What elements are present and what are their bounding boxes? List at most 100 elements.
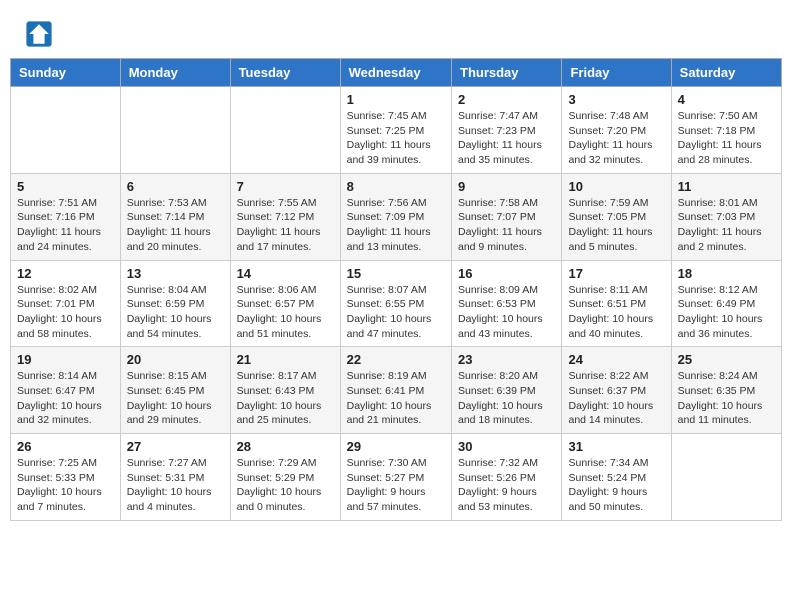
day-number: 22 [347, 352, 445, 367]
calendar-cell: 17 Sunrise: 8:11 AM Sunset: 6:51 PM Dayli… [562, 260, 671, 347]
day-info: Sunrise: 7:25 AM Sunset: 5:33 PM Dayligh… [17, 456, 114, 515]
calendar-cell: 22 Sunrise: 8:19 AM Sunset: 6:41 PM Dayli… [340, 347, 451, 434]
column-header-thursday: Thursday [452, 59, 562, 87]
day-number: 1 [347, 92, 445, 107]
column-header-saturday: Saturday [671, 59, 781, 87]
day-number: 4 [678, 92, 775, 107]
day-number: 16 [458, 266, 555, 281]
calendar-cell: 6 Sunrise: 7:53 AM Sunset: 7:14 PM Daylig… [120, 173, 230, 260]
calendar-cell: 28 Sunrise: 7:29 AM Sunset: 5:29 PM Dayli… [230, 434, 340, 521]
day-number: 18 [678, 266, 775, 281]
day-number: 27 [127, 439, 224, 454]
calendar-cell [11, 87, 121, 174]
day-number: 19 [17, 352, 114, 367]
calendar-cell: 20 Sunrise: 8:15 AM Sunset: 6:45 PM Dayli… [120, 347, 230, 434]
generalblue-logo-icon [25, 20, 53, 48]
day-info: Sunrise: 8:24 AM Sunset: 6:35 PM Dayligh… [678, 369, 775, 428]
day-number: 25 [678, 352, 775, 367]
calendar-cell: 19 Sunrise: 8:14 AM Sunset: 6:47 PM Dayli… [11, 347, 121, 434]
calendar-cell: 24Sunrise: 8:22 AM Sunset: 6:37 PM Dayli… [562, 347, 671, 434]
day-info: Sunrise: 8:11 AM Sunset: 6:51 PM Dayligh… [568, 283, 664, 342]
day-info: Sunrise: 7:56 AM Sunset: 7:09 PM Dayligh… [347, 196, 445, 255]
day-info: Sunrise: 7:55 AM Sunset: 7:12 PM Dayligh… [237, 196, 334, 255]
calendar-cell: 12 Sunrise: 8:02 AM Sunset: 7:01 PM Dayli… [11, 260, 121, 347]
day-info: Sunrise: 8:19 AM Sunset: 6:41 PM Dayligh… [347, 369, 445, 428]
calendar-week-4: 19 Sunrise: 8:14 AM Sunset: 6:47 PM Dayli… [11, 347, 782, 434]
day-number: 9 [458, 179, 555, 194]
day-number: 15 [347, 266, 445, 281]
day-info: Sunrise: 7:50 AM Sunset: 7:18 PM Dayligh… [678, 109, 775, 168]
day-info: Sunrise: 8:06 AM Sunset: 6:57 PM Dayligh… [237, 283, 334, 342]
day-number: 11 [678, 179, 775, 194]
day-number: 6 [127, 179, 224, 194]
day-info: Sunrise: 7:53 AM Sunset: 7:14 PM Dayligh… [127, 196, 224, 255]
day-number: 7 [237, 179, 334, 194]
day-info: Sunrise: 7:58 AM Sunset: 7:07 PM Dayligh… [458, 196, 555, 255]
calendar-cell [120, 87, 230, 174]
day-info: Sunrise: 7:45 AM Sunset: 7:25 PM Dayligh… [347, 109, 445, 168]
calendar-cell [230, 87, 340, 174]
calendar-cell: 29 Sunrise: 7:30 AM Sunset: 5:27 PM Dayli… [340, 434, 451, 521]
day-number: 31 [568, 439, 664, 454]
column-header-friday: Friday [562, 59, 671, 87]
day-info: Sunrise: 7:59 AM Sunset: 7:05 PM Dayligh… [568, 196, 664, 255]
day-info: Sunrise: 8:15 AM Sunset: 6:45 PM Dayligh… [127, 369, 224, 428]
day-info: Sunrise: 8:17 AM Sunset: 6:43 PM Dayligh… [237, 369, 334, 428]
calendar-cell: 10 Sunrise: 7:59 AM Sunset: 7:05 PM Dayli… [562, 173, 671, 260]
day-number: 5 [17, 179, 114, 194]
calendar-cell: 2Sunrise: 7:47 AM Sunset: 7:23 PM Daylig… [452, 87, 562, 174]
day-info: Sunrise: 7:34 AM Sunset: 5:24 PM Dayligh… [568, 456, 664, 515]
calendar-cell: 8 Sunrise: 7:56 AM Sunset: 7:09 PM Daylig… [340, 173, 451, 260]
day-number: 23 [458, 352, 555, 367]
day-number: 2 [458, 92, 555, 107]
day-number: 29 [347, 439, 445, 454]
day-info: Sunrise: 7:32 AM Sunset: 5:26 PM Dayligh… [458, 456, 555, 515]
calendar-cell: 26 Sunrise: 7:25 AM Sunset: 5:33 PM Dayli… [11, 434, 121, 521]
day-number: 8 [347, 179, 445, 194]
day-number: 28 [237, 439, 334, 454]
day-number: 20 [127, 352, 224, 367]
day-info: Sunrise: 8:22 AM Sunset: 6:37 PM Dayligh… [568, 369, 664, 428]
day-info: Sunrise: 7:29 AM Sunset: 5:29 PM Dayligh… [237, 456, 334, 515]
calendar-cell: 9 Sunrise: 7:58 AM Sunset: 7:07 PM Daylig… [452, 173, 562, 260]
day-info: Sunrise: 7:30 AM Sunset: 5:27 PM Dayligh… [347, 456, 445, 515]
day-info: Sunrise: 8:07 AM Sunset: 6:55 PM Dayligh… [347, 283, 445, 342]
day-number: 14 [237, 266, 334, 281]
day-info: Sunrise: 7:48 AM Sunset: 7:20 PM Dayligh… [568, 109, 664, 168]
day-number: 12 [17, 266, 114, 281]
column-header-sunday: Sunday [11, 59, 121, 87]
calendar-week-2: 5 Sunrise: 7:51 AM Sunset: 7:16 PM Daylig… [11, 173, 782, 260]
calendar-header-row: SundayMondayTuesdayWednesdayThursdayFrid… [11, 59, 782, 87]
day-number: 30 [458, 439, 555, 454]
calendar-table: SundayMondayTuesdayWednesdayThursdayFrid… [10, 58, 782, 521]
day-info: Sunrise: 7:51 AM Sunset: 7:16 PM Dayligh… [17, 196, 114, 255]
day-info: Sunrise: 7:27 AM Sunset: 5:31 PM Dayligh… [127, 456, 224, 515]
calendar-cell: 31 Sunrise: 7:34 AM Sunset: 5:24 PM Dayli… [562, 434, 671, 521]
day-number: 26 [17, 439, 114, 454]
day-number: 13 [127, 266, 224, 281]
calendar-cell: 3Sunrise: 7:48 AM Sunset: 7:20 PM Daylig… [562, 87, 671, 174]
column-header-wednesday: Wednesday [340, 59, 451, 87]
calendar-cell: 13 Sunrise: 8:04 AM Sunset: 6:59 PM Dayli… [120, 260, 230, 347]
day-number: 17 [568, 266, 664, 281]
calendar-cell: 1 Sunrise: 7:45 AM Sunset: 7:25 PM Daylig… [340, 87, 451, 174]
calendar-cell: 18Sunrise: 8:12 AM Sunset: 6:49 PM Dayli… [671, 260, 781, 347]
calendar-cell: 25 Sunrise: 8:24 AM Sunset: 6:35 PM Dayli… [671, 347, 781, 434]
calendar-cell: 5 Sunrise: 7:51 AM Sunset: 7:16 PM Daylig… [11, 173, 121, 260]
calendar-week-1: 1 Sunrise: 7:45 AM Sunset: 7:25 PM Daylig… [11, 87, 782, 174]
day-number: 10 [568, 179, 664, 194]
day-info: Sunrise: 8:02 AM Sunset: 7:01 PM Dayligh… [17, 283, 114, 342]
page-header [10, 10, 782, 53]
logo [25, 20, 55, 48]
calendar-week-5: 26 Sunrise: 7:25 AM Sunset: 5:33 PM Dayli… [11, 434, 782, 521]
day-info: Sunrise: 8:09 AM Sunset: 6:53 PM Dayligh… [458, 283, 555, 342]
day-number: 21 [237, 352, 334, 367]
calendar-cell: 23Sunrise: 8:20 AM Sunset: 6:39 PM Dayli… [452, 347, 562, 434]
column-header-monday: Monday [120, 59, 230, 87]
calendar-cell: 30 Sunrise: 7:32 AM Sunset: 5:26 PM Dayli… [452, 434, 562, 521]
day-info: Sunrise: 8:04 AM Sunset: 6:59 PM Dayligh… [127, 283, 224, 342]
day-info: Sunrise: 8:14 AM Sunset: 6:47 PM Dayligh… [17, 369, 114, 428]
calendar-cell: 27 Sunrise: 7:27 AM Sunset: 5:31 PM Dayli… [120, 434, 230, 521]
calendar-cell: 16 Sunrise: 8:09 AM Sunset: 6:53 PM Dayli… [452, 260, 562, 347]
day-info: Sunrise: 8:01 AM Sunset: 7:03 PM Dayligh… [678, 196, 775, 255]
